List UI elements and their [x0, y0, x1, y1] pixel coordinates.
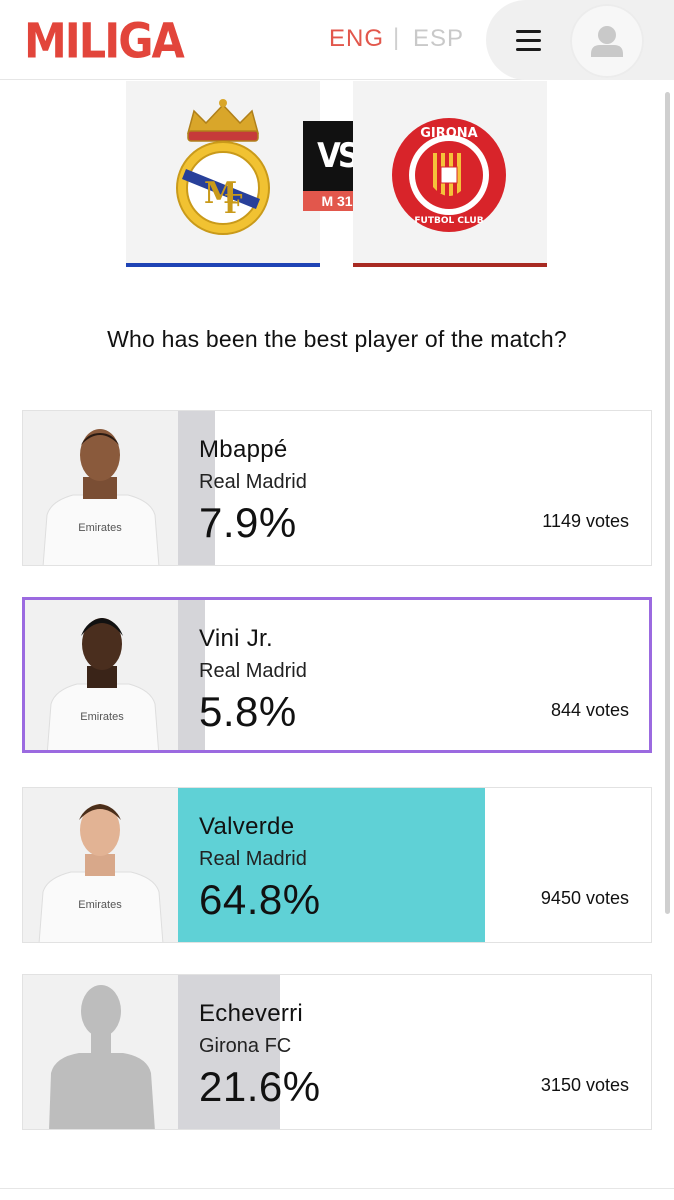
player-card-vini-jr[interactable]: Emirates Vini Jr. Real Madrid 5.8% 844 v… [22, 597, 652, 753]
hamburger-icon[interactable] [498, 16, 558, 64]
player-team: Real Madrid [199, 471, 307, 493]
vote-count: 1149 votes [542, 511, 629, 531]
player-team: Girona FC [199, 1035, 292, 1057]
player-name: Vini Jr. [199, 625, 273, 652]
girona-crest-icon: GIRONA FUTBOL CLUB [392, 118, 506, 232]
svg-text:Emirates: Emirates [78, 522, 122, 534]
girona-crest-text-bottom: FUTBOL CLUB [414, 216, 483, 226]
vote-percentage: 5.8% [199, 688, 297, 735]
player-photo: Emirates [23, 788, 178, 942]
miliga-logo[interactable]: MILIGA [24, 14, 185, 70]
player-name: Echeverri [199, 1000, 304, 1027]
vote-count: 844 votes [550, 700, 629, 720]
user-icon[interactable] [570, 4, 644, 78]
scrollbar[interactable] [665, 92, 670, 914]
player-team: Real Madrid [199, 660, 307, 682]
player-card-mbappe[interactable]: Emirates Mbappé Real Madrid 7.9% 1149 vo… [22, 410, 652, 566]
player-name: Mbappé [199, 436, 288, 463]
svg-text:F: F [224, 190, 243, 220]
girona-crest-text-top: GIRONA [420, 126, 478, 141]
language-eng-button[interactable]: ENG [329, 25, 384, 53]
poll-question: Who has been the best player of the matc… [107, 326, 567, 352]
page-divider [0, 1188, 674, 1189]
top-header: MILIGA ENG | ESP [0, 0, 674, 80]
player-name: Valverde [199, 813, 295, 840]
language-separator: | [393, 24, 401, 51]
vote-percentage: 21.6% [199, 1063, 321, 1110]
svg-text:Emirates: Emirates [78, 899, 122, 911]
vote-percentage: 7.9% [199, 499, 297, 546]
player-photo: Emirates [23, 411, 178, 565]
language-esp-button[interactable]: ESP [413, 25, 464, 53]
real-madrid-crest-icon: M F [176, 99, 270, 235]
player-card-echeverri[interactable]: Echeverri Girona FC 21.6% 3150 votes [22, 974, 652, 1130]
player-card-valverde[interactable]: Emirates Valverde Real Madrid 64.8% 9450… [22, 787, 652, 943]
home-team-box[interactable]: M F [126, 81, 320, 267]
vote-count: 3150 votes [540, 1075, 629, 1095]
svg-text:Emirates: Emirates [80, 711, 124, 723]
away-team-box[interactable]: GIRONA FUTBOL CLUB [353, 81, 547, 267]
vote-count: 9450 votes [540, 888, 629, 908]
player-photo: Emirates [25, 600, 180, 750]
vote-percentage: 64.8% [199, 876, 321, 923]
player-photo-placeholder [23, 975, 178, 1129]
player-team: Real Madrid [199, 848, 307, 870]
